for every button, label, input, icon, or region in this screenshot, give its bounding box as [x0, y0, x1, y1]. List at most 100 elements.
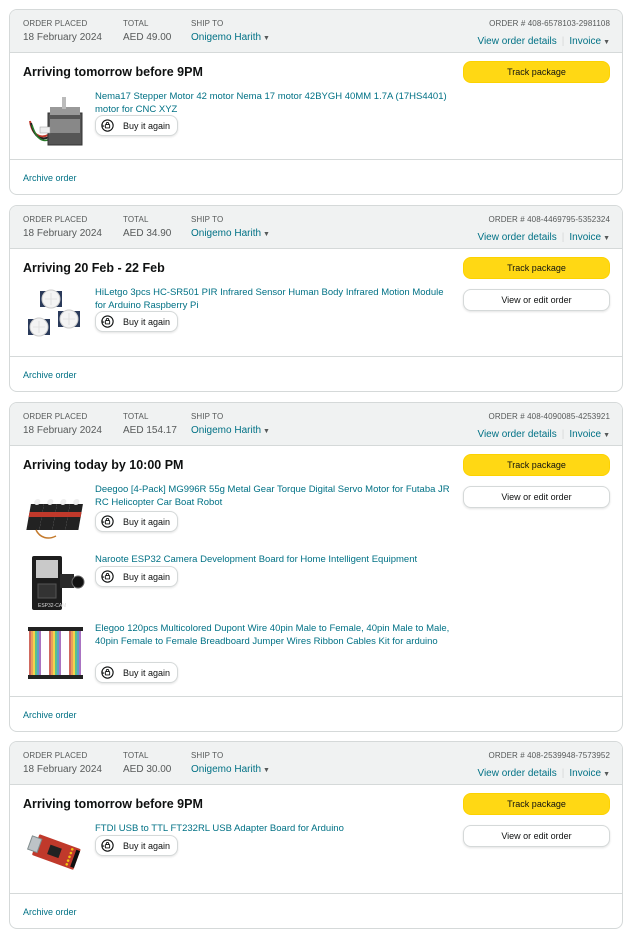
order-total-block: TOTAL AED 30.00 — [123, 751, 171, 776]
item-title-link[interactable]: FTDI USB to TTL FT232RL USB Adapter Boar… — [95, 823, 455, 836]
item-title-link[interactable]: HiLetgo 3pcs HC-SR501 PIR Infrared Senso… — [95, 287, 455, 312]
delivery-status: Arriving 20 Feb - 22 Feb — [23, 261, 165, 275]
item-title-link[interactable]: Naroote ESP32 Camera Development Board f… — [95, 554, 455, 567]
buy-it-again-button[interactable]: Buy it again — [95, 511, 179, 532]
order-number: ORDER # 408-2539948-7573952 — [488, 751, 610, 760]
ship-to-name-link[interactable]: Onigemo Harith ▼ — [191, 31, 270, 45]
order-total: AED 49.00 — [123, 32, 172, 43]
view-order-details-link[interactable]: View order details — [477, 768, 556, 779]
item-title-link[interactable]: Deegoo [4-Pack] MG996R 55g Metal Gear To… — [95, 484, 455, 509]
archive-order-link[interactable]: Archive order — [23, 907, 77, 917]
buy-again-icon — [100, 514, 115, 529]
view-order-details-link[interactable]: View order details — [477, 429, 556, 440]
order-total: AED 30.00 — [123, 764, 172, 775]
delivery-status: Arriving tomorrow before 9PM — [23, 65, 203, 79]
chevron-down-icon: ▼ — [603, 771, 610, 778]
ship-to-block: SHIP TO Onigemo Harith ▼ — [191, 215, 270, 241]
order-total-block: TOTAL AED 49.00 — [123, 19, 171, 44]
track-package-button[interactable]: Track package — [463, 793, 610, 815]
buy-it-again-label: Buy it again — [123, 571, 171, 582]
chevron-down-icon: ▼ — [263, 35, 270, 42]
ship-to-label: SHIP TO — [191, 412, 224, 421]
invoice-link[interactable]: Invoice ▼ — [569, 36, 610, 47]
order-placed-label: ORDER PLACED — [23, 215, 88, 224]
archive-order-link[interactable]: Archive order — [23, 710, 77, 720]
buy-it-again-label: Buy it again — [123, 316, 171, 327]
divider: | — [561, 36, 565, 47]
order-date: 18 February 2024 — [23, 764, 102, 775]
order-placed-label: ORDER PLACED — [23, 19, 88, 28]
view-or-edit-order-button[interactable]: View or edit order — [463, 289, 610, 311]
esp32-camera-icon[interactable]: ESP32-CAM — [26, 554, 86, 614]
buy-again-icon — [100, 838, 115, 853]
order-placed-block: ORDER PLACED 18 February 2024 — [23, 215, 102, 240]
order-number-block: ORDER # 408-4469795-5352324 View order d… — [477, 215, 610, 245]
track-package-button[interactable]: Track package — [463, 257, 610, 279]
buy-it-again-button[interactable]: Buy it again — [95, 566, 179, 587]
archive-row: Archive order — [10, 356, 622, 391]
buy-it-again-button[interactable]: Buy it again — [95, 115, 179, 136]
buy-again-icon — [100, 665, 115, 680]
buy-again-icon — [100, 118, 115, 133]
view-order-details-link[interactable]: View order details — [477, 36, 556, 47]
order-card: ORDER PLACED 18 February 2024 TOTAL AED … — [9, 741, 623, 929]
ship-to-name-link[interactable]: Onigemo Harith ▼ — [191, 424, 270, 438]
order-date: 18 February 2024 — [23, 32, 102, 43]
ship-to-block: SHIP TO Onigemo Harith ▼ — [191, 751, 270, 777]
divider: | — [561, 232, 565, 243]
invoice-link[interactable]: Invoice ▼ — [569, 429, 610, 440]
pir-sensor-icon[interactable] — [26, 287, 86, 347]
stepper-motor-icon[interactable] — [26, 91, 86, 151]
chevron-down-icon: ▼ — [603, 39, 610, 46]
archive-row: Archive order — [10, 893, 622, 928]
order-number-block: ORDER # 408-6578103-2981108 View order d… — [477, 19, 610, 49]
order-placed-block: ORDER PLACED 18 February 2024 — [23, 19, 102, 44]
order-placed-label: ORDER PLACED — [23, 412, 88, 421]
item-title-link[interactable]: Nema17 Stepper Motor 42 motor Nema 17 mo… — [95, 91, 455, 116]
order-number-block: ORDER # 408-4090085-4253921 View order d… — [477, 412, 610, 442]
archive-order-link[interactable]: Archive order — [23, 173, 77, 183]
servo-motor-icon[interactable] — [26, 484, 86, 544]
buy-it-again-label: Buy it again — [123, 840, 171, 851]
ship-to-name-link[interactable]: Onigemo Harith ▼ — [191, 227, 270, 241]
invoice-label: Invoice — [569, 36, 602, 47]
ship-to-name-link[interactable]: Onigemo Harith ▼ — [191, 763, 270, 777]
track-package-button[interactable]: Track package — [463, 61, 610, 83]
track-package-button[interactable]: Track package — [463, 454, 610, 476]
ship-to-block: SHIP TO Onigemo Harith ▼ — [191, 19, 270, 45]
buy-it-again-button[interactable]: Buy it again — [95, 311, 179, 332]
chevron-down-icon: ▼ — [603, 235, 610, 242]
ship-to-block: SHIP TO Onigemo Harith ▼ — [191, 412, 270, 438]
order-date: 18 February 2024 — [23, 425, 102, 436]
order-card: ORDER PLACED 18 February 2024 TOTAL AED … — [9, 205, 623, 392]
ship-to-label: SHIP TO — [191, 19, 224, 28]
order-header: ORDER PLACED 18 February 2024 TOTAL AED … — [10, 403, 622, 446]
archive-order-link[interactable]: Archive order — [23, 370, 77, 380]
order-item: Elegoo 120pcs Multicolored Dupont Wire 4… — [23, 623, 453, 687]
order-placed-block: ORDER PLACED 18 February 2024 — [23, 751, 102, 776]
view-or-edit-order-button[interactable]: View or edit order — [463, 486, 610, 508]
chevron-down-icon: ▼ — [603, 432, 610, 439]
buy-it-again-button[interactable]: Buy it again — [95, 835, 179, 856]
item-title-link[interactable]: Elegoo 120pcs Multicolored Dupont Wire 4… — [95, 623, 455, 648]
invoice-link[interactable]: Invoice ▼ — [569, 768, 610, 779]
invoice-link[interactable]: Invoice ▼ — [569, 232, 610, 243]
buy-it-again-label: Buy it again — [123, 120, 171, 131]
svg-text:ESP32-CAM: ESP32-CAM — [38, 603, 66, 609]
order-total-block: TOTAL AED 154.17 — [123, 412, 177, 437]
view-order-details-link[interactable]: View order details — [477, 232, 556, 243]
divider: | — [561, 768, 565, 779]
usb-ttl-board-icon[interactable] — [26, 823, 86, 883]
buy-it-again-label: Buy it again — [123, 516, 171, 527]
buy-it-again-button[interactable]: Buy it again — [95, 662, 179, 683]
buy-it-again-label: Buy it again — [123, 667, 171, 678]
order-total: AED 34.90 — [123, 228, 172, 239]
order-item: FTDI USB to TTL FT232RL USB Adapter Boar… — [23, 823, 453, 887]
order-number: ORDER # 408-4469795-5352324 — [488, 215, 610, 224]
jumper-wires-icon[interactable] — [26, 623, 86, 683]
order-number-block: ORDER # 408-2539948-7573952 View order d… — [477, 751, 610, 781]
total-label: TOTAL — [123, 751, 149, 760]
view-or-edit-order-button[interactable]: View or edit order — [463, 825, 610, 847]
order-placed-block: ORDER PLACED 18 February 2024 — [23, 412, 102, 437]
archive-row: Archive order — [10, 696, 622, 731]
